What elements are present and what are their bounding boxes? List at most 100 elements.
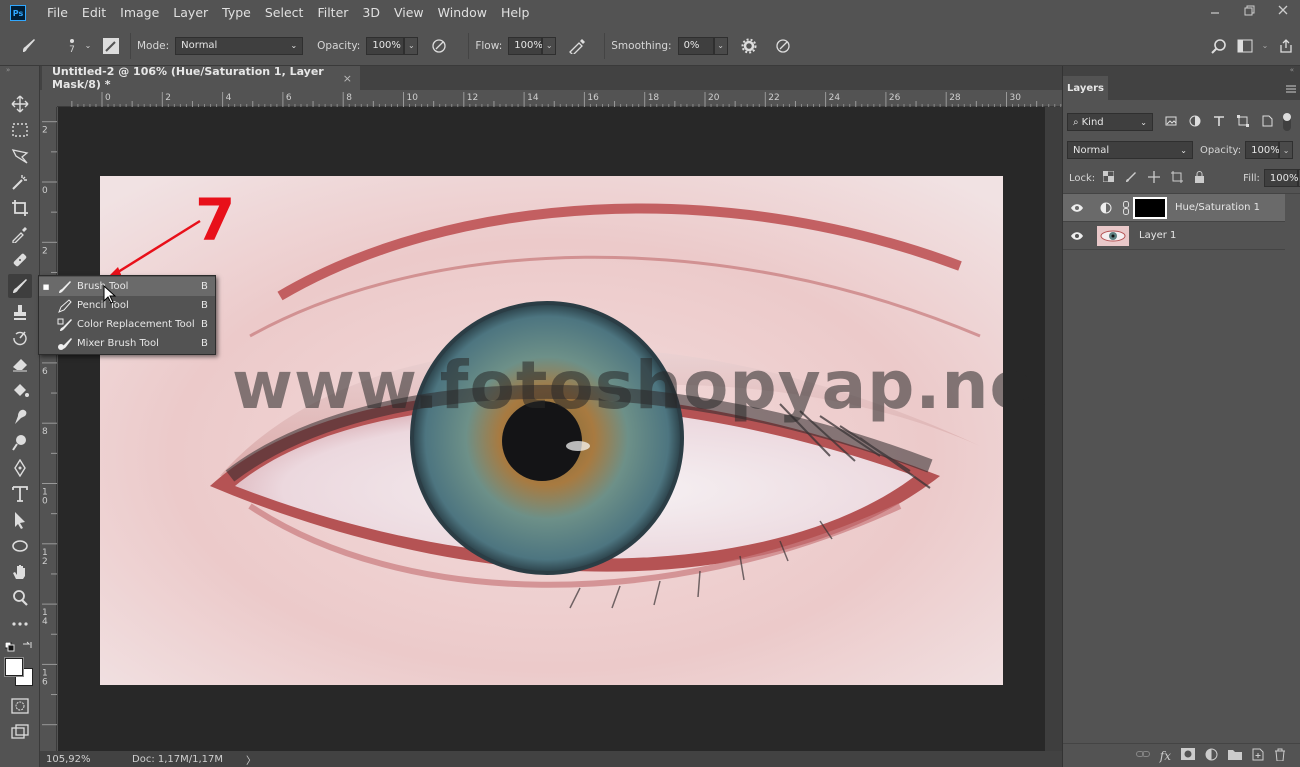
visibility-eye-icon[interactable]	[1063, 203, 1091, 213]
smoothing-dropdown-chevron-icon[interactable]: ⌄	[713, 36, 728, 55]
swap-colors-icon[interactable]	[22, 641, 32, 654]
horizontal-scrollbar[interactable]	[266, 751, 1062, 767]
menu-edit[interactable]: Edit	[75, 0, 113, 26]
smudge-tool-icon[interactable]	[8, 404, 32, 428]
new-group-folder-icon[interactable]	[1228, 748, 1242, 763]
ruler-horizontal[interactable]: 0 2 4 6 8 10 12 14 16 18 20 22 24 26 28 30	[57, 90, 1062, 107]
ruler-vertical[interactable]: 20246810121416	[40, 107, 57, 751]
layer-opacity-chevron-icon[interactable]: ⌄	[1279, 141, 1294, 159]
new-layer-icon[interactable]	[1252, 748, 1264, 764]
pressure-size-icon[interactable]	[772, 38, 794, 54]
chevron-down-icon[interactable]: ⌄	[82, 41, 94, 50]
visibility-eye-icon[interactable]	[1063, 231, 1091, 241]
path-selection-tool-icon[interactable]	[8, 508, 32, 532]
close-document-button[interactable]: ×	[343, 72, 352, 85]
flyout-item-brush-tool[interactable]: ■ Brush Tool B	[39, 277, 215, 296]
menu-window[interactable]: Window	[431, 0, 494, 26]
layer-opacity-input[interactable]: 100%	[1245, 141, 1280, 159]
eyedropper-tool-icon[interactable]	[8, 222, 32, 246]
canvas-area[interactable]: www.fotoshopyap.net 7	[58, 107, 1045, 751]
quick-mask-icon[interactable]	[8, 694, 32, 718]
marquee-tool-icon[interactable]	[8, 118, 32, 142]
search-icon[interactable]	[1206, 38, 1232, 54]
minimize-button[interactable]	[1198, 0, 1232, 20]
eye-photo-artwork[interactable]	[100, 176, 1003, 685]
link-layers-icon[interactable]	[1135, 749, 1150, 762]
layer-effects-icon[interactable]: fx	[1160, 749, 1171, 763]
gear-icon[interactable]	[738, 38, 760, 54]
menu-view[interactable]: View	[387, 0, 431, 26]
clone-stamp-tool-icon[interactable]	[8, 300, 32, 324]
status-menu-arrow[interactable]: 〉	[246, 752, 266, 767]
ruler-corner[interactable]	[40, 90, 57, 107]
panel-menu-icon[interactable]	[1286, 83, 1296, 96]
foreground-color-swatch[interactable]	[4, 657, 24, 677]
filter-toggle-switch[interactable]	[1283, 113, 1291, 131]
flyout-item-pencil-tool[interactable]: Pencil Tool B	[39, 296, 215, 315]
history-brush-tool-icon[interactable]	[8, 326, 32, 350]
screen-mode-icon[interactable]	[8, 720, 32, 744]
filter-smart-object-icon[interactable]	[1261, 115, 1273, 130]
flow-input[interactable]: 100%	[508, 36, 543, 55]
fill-input[interactable]: 100%	[1263, 169, 1299, 187]
lock-all-icon[interactable]	[1194, 170, 1205, 186]
lock-artboard-icon[interactable]	[1171, 170, 1184, 186]
zoom-tool-icon[interactable]	[8, 586, 32, 610]
collapse-arrows-icon[interactable]: «	[1290, 66, 1294, 74]
move-tool-icon[interactable]	[8, 92, 32, 116]
workspace-icon[interactable]	[1232, 39, 1258, 53]
brush-tool-icon[interactable]	[8, 274, 32, 298]
crop-tool-icon[interactable]	[8, 196, 32, 220]
brush-settings-icon[interactable]: 7	[62, 37, 82, 55]
menu-image[interactable]: Image	[113, 0, 166, 26]
healing-brush-tool-icon[interactable]	[8, 248, 32, 272]
vertical-scrollbar[interactable]	[1045, 107, 1062, 751]
lock-transparent-icon[interactable]	[1102, 170, 1115, 185]
more-tools-icon[interactable]	[8, 612, 32, 636]
opacity-input[interactable]: 100%	[366, 36, 405, 55]
tab-layers[interactable]: Layers	[1063, 76, 1108, 100]
hand-tool-icon[interactable]	[8, 560, 32, 584]
chevron-down-icon[interactable]: ⌄	[1258, 41, 1272, 50]
layer-row-layer-1[interactable]: Layer 1	[1063, 222, 1285, 250]
ellipse-tool-icon[interactable]	[8, 534, 32, 558]
add-mask-icon[interactable]	[1181, 748, 1195, 763]
eraser-tool-icon[interactable]	[8, 352, 32, 376]
filter-shape-icon[interactable]	[1237, 114, 1249, 130]
menu-filter[interactable]: Filter	[310, 0, 355, 26]
brush-panel-toggle-icon[interactable]	[98, 37, 124, 55]
filter-type-icon[interactable]	[1213, 115, 1225, 130]
lock-pixels-icon[interactable]	[1125, 171, 1137, 186]
filter-pixel-icon[interactable]	[1165, 115, 1177, 130]
blend-mode-select[interactable]: Normal ⌄	[1067, 141, 1193, 159]
flyout-item-color-replacement-tool[interactable]: Color Replacement Tool B	[39, 315, 215, 334]
share-icon[interactable]	[1272, 38, 1300, 54]
opacity-dropdown-chevron-icon[interactable]: ⌄	[404, 36, 419, 55]
layer-thumbnail[interactable]	[1097, 225, 1129, 246]
layer-mask-thumbnail[interactable]	[1133, 196, 1167, 219]
filter-adjustment-icon[interactable]	[1189, 115, 1201, 130]
flow-dropdown-chevron-icon[interactable]: ⌄	[542, 36, 557, 55]
dodge-tool-icon[interactable]	[8, 430, 32, 454]
type-tool-icon[interactable]	[8, 482, 32, 506]
pen-tool-icon[interactable]	[8, 456, 32, 480]
airbrush-icon[interactable]	[566, 38, 588, 54]
new-adjustment-layer-icon[interactable]	[1205, 748, 1218, 764]
mode-select[interactable]: Normal ⌄	[175, 36, 304, 55]
menu-type[interactable]: Type	[215, 0, 258, 26]
default-colors-icon[interactable]	[4, 641, 15, 655]
flyout-item-mixer-brush-tool[interactable]: Mixer Brush Tool B	[39, 334, 215, 353]
zoom-level[interactable]: 105,92%	[40, 754, 116, 765]
smoothing-input[interactable]: 0%	[677, 36, 714, 55]
pressure-opacity-icon[interactable]	[428, 38, 450, 54]
menu-file[interactable]: File	[40, 0, 75, 26]
menu-select[interactable]: Select	[258, 0, 311, 26]
restore-button[interactable]	[1232, 0, 1266, 20]
layer-row-hue-saturation[interactable]: Hue/Saturation 1	[1063, 194, 1285, 222]
delete-layer-trash-icon[interactable]	[1274, 748, 1286, 764]
brush-preset-icon[interactable]	[14, 37, 44, 55]
link-chain-icon[interactable]	[1121, 200, 1131, 215]
menu-3d[interactable]: 3D	[355, 0, 387, 26]
filter-kind-select[interactable]: ⌕ Kind ⌄	[1067, 113, 1153, 131]
collapse-arrows-icon[interactable]: »	[6, 66, 10, 74]
